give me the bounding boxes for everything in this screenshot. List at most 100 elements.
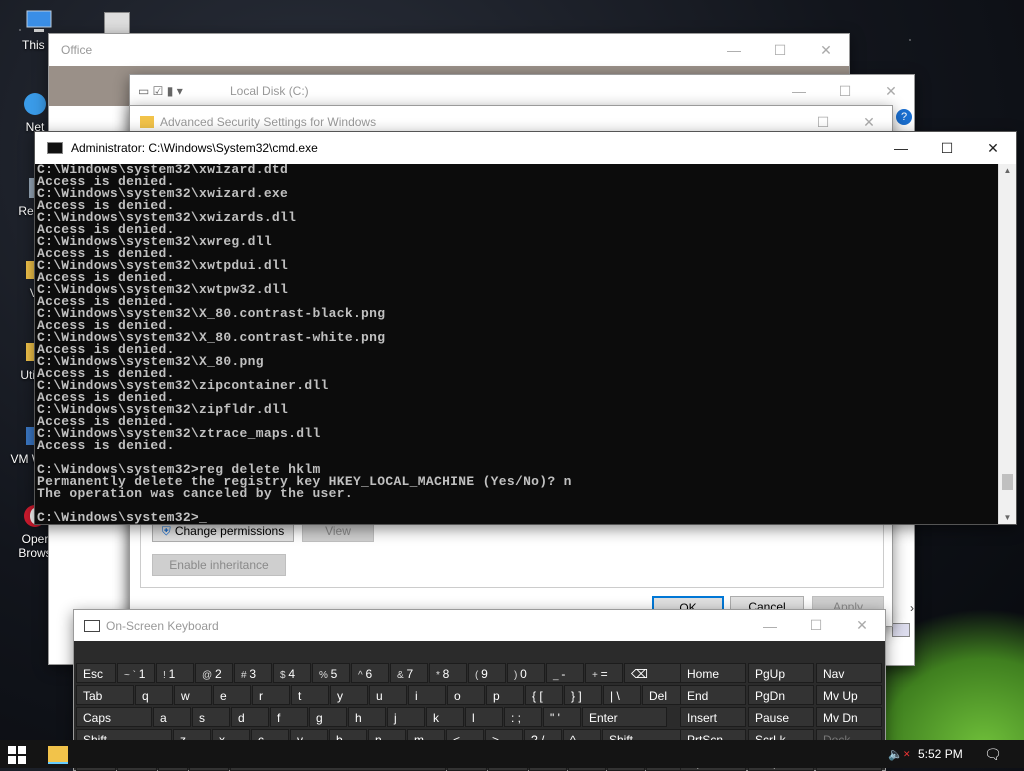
minimize-button[interactable]: — <box>747 610 793 642</box>
key-label: k <box>433 711 439 725</box>
key-11[interactable]: ) 0 <box>507 663 545 683</box>
windows-start-icon[interactable] <box>8 746 26 764</box>
nav-key-insert[interactable]: Insert <box>680 707 746 727</box>
scrollbar-thumb[interactable] <box>1002 474 1013 490</box>
key-k[interactable]: k <box>426 707 464 727</box>
minimize-button[interactable]: — <box>711 34 757 66</box>
minimize-button[interactable]: — <box>776 75 822 107</box>
key-sym[interactable]: " ' <box>543 707 581 727</box>
nav-key-nav[interactable]: Nav <box>816 663 882 683</box>
help-icon[interactable]: ? <box>896 109 912 125</box>
nav-key-home[interactable]: Home <box>680 663 746 683</box>
key-12[interactable]: _ - <box>546 663 584 683</box>
vertical-scrollbar[interactable]: ▲ ▼ <box>998 164 1016 524</box>
minimize-button[interactable]: — <box>878 132 924 164</box>
nav-key-mvdn[interactable]: Mv Dn <box>816 707 882 727</box>
settings-shortcut-icon[interactable] <box>104 12 130 34</box>
clock[interactable]: 5:52 PM <box>918 740 963 768</box>
key-i[interactable]: i <box>408 685 446 705</box>
nav-key-pgdn[interactable]: PgDn <box>748 685 814 705</box>
close-button[interactable]: ✕ <box>839 610 885 642</box>
key-o[interactable]: o <box>447 685 485 705</box>
key-7[interactable]: ^ 6 <box>351 663 389 683</box>
key-14[interactable]: ⌫ <box>624 663 682 683</box>
key-d[interactable]: d <box>231 707 269 727</box>
close-button[interactable]: ✕ <box>868 75 914 107</box>
key-label: e <box>220 689 227 703</box>
key-0[interactable]: Esc <box>76 663 116 683</box>
key-label: g <box>316 711 323 725</box>
key-8[interactable]: & 7 <box>390 663 428 683</box>
cmd-window[interactable]: Administrator: C:\Windows\System32\cmd.e… <box>34 131 1017 525</box>
key-label: r <box>259 689 263 703</box>
key-sym[interactable]: : ; <box>504 707 542 727</box>
maximize-button[interactable]: ☐ <box>822 75 868 107</box>
explorer-titlebar[interactable]: ▭ ☑ ▮ ▾ Local Disk (C:) — ☐ ✕ <box>130 75 914 107</box>
close-button[interactable]: ✕ <box>970 132 1016 164</box>
key-f[interactable]: f <box>270 707 308 727</box>
key-label: 7 <box>406 667 414 681</box>
scroll-down-icon[interactable]: ▼ <box>999 513 1016 522</box>
volume-icon[interactable]: 🔈 ✕ <box>888 740 911 768</box>
office-titlebar[interactable]: Office — ☐ ✕ <box>49 34 849 66</box>
cmd-titlebar[interactable]: Administrator: C:\Windows\System32\cmd.e… <box>35 132 1016 164</box>
key-1[interactable]: ~ ` 1 <box>117 663 155 683</box>
maximize-button[interactable]: ☐ <box>793 610 839 642</box>
osk-titlebar[interactable]: On-Screen Keyboard — ☐ ✕ <box>74 610 885 641</box>
key-13[interactable]: + = <box>585 663 623 683</box>
key-s[interactable]: s <box>192 707 230 727</box>
maximize-button[interactable]: ☐ <box>924 132 970 164</box>
chevron-right-icon[interactable]: › <box>910 601 914 615</box>
quick-access-toolbar[interactable]: ▭ ☑ ▮ ▾ <box>130 84 218 98</box>
key-label: | \ <box>610 689 620 703</box>
view-toggle-icon[interactable] <box>892 623 910 637</box>
key-t[interactable]: t <box>291 685 329 705</box>
key-j[interactable]: j <box>387 707 425 727</box>
key-u[interactable]: u <box>369 685 407 705</box>
key-w[interactable]: w <box>174 685 212 705</box>
nav-key-end[interactable]: End <box>680 685 746 705</box>
key-q[interactable]: q <box>135 685 173 705</box>
key-[interactable]: | \ <box>603 685 641 705</box>
key-p[interactable]: p <box>486 685 524 705</box>
key-label: Nav <box>823 667 845 681</box>
key-l[interactable]: l <box>465 707 503 727</box>
key-a[interactable]: a <box>153 707 191 727</box>
key-4[interactable]: # 3 <box>234 663 272 683</box>
key-5[interactable]: $ 4 <box>273 663 311 683</box>
taskbar: 🔈 ✕ 5:52 PM 🗨 <box>0 740 1024 768</box>
key-e[interactable]: e <box>213 685 251 705</box>
maximize-button[interactable]: ☐ <box>757 34 803 66</box>
key-Enter[interactable]: Enter <box>582 707 667 727</box>
key-2[interactable]: ! 1 <box>156 663 194 683</box>
key-g[interactable]: g <box>309 707 347 727</box>
key-Caps[interactable]: Caps <box>76 707 152 727</box>
key-label: : ; <box>511 711 522 725</box>
nav-key-pause[interactable]: Pause <box>748 707 814 727</box>
enable-inheritance-button[interactable]: Enable inheritance <box>152 554 286 576</box>
key-Tab[interactable]: Tab <box>76 685 134 705</box>
network-icon <box>20 90 50 118</box>
key-label: ⌫ <box>631 667 648 681</box>
key-[interactable]: } ] <box>564 685 602 705</box>
notifications-icon[interactable]: 🗨 <box>984 740 1002 768</box>
key-9[interactable]: * 8 <box>429 663 467 683</box>
file-explorer-taskbar-icon[interactable] <box>48 746 68 764</box>
key-y[interactable]: y <box>330 685 368 705</box>
close-button[interactable]: ✕ <box>803 34 849 66</box>
key-r[interactable]: r <box>252 685 290 705</box>
key-shift-label: * <box>436 670 443 681</box>
key-6[interactable]: % 5 <box>312 663 350 683</box>
nav-key-mvup[interactable]: Mv Up <box>816 685 882 705</box>
key-3[interactable]: @ 2 <box>195 663 233 683</box>
scroll-up-icon[interactable]: ▲ <box>999 166 1016 175</box>
console-line: C:\Windows\system32\xwtpw32.dll <box>37 282 289 297</box>
office-title: Office <box>61 43 93 57</box>
key-label: Mv Dn <box>823 711 858 725</box>
nav-key-pgup[interactable]: PgUp <box>748 663 814 683</box>
key-[interactable]: { [ <box>525 685 563 705</box>
console-output[interactable]: C:\Windows\system32\xwizard.dtd Access is… <box>35 164 999 524</box>
key-label: 8 <box>442 667 450 681</box>
key-10[interactable]: ( 9 <box>468 663 506 683</box>
key-h[interactable]: h <box>348 707 386 727</box>
